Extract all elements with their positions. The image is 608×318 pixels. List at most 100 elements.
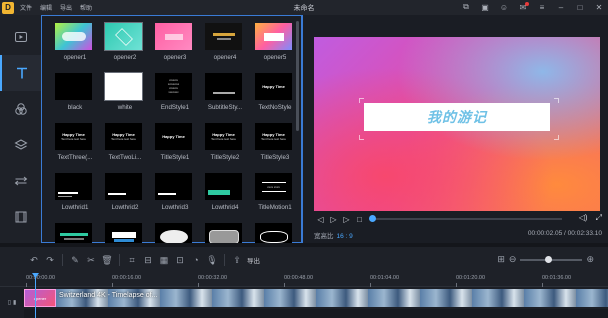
lock-icon[interactable]: ▯	[8, 299, 11, 306]
transition-tool[interactable]	[0, 163, 41, 199]
volume-icon[interactable]: ◁)	[579, 213, 588, 223]
user-icon[interactable]: ☺	[499, 3, 509, 12]
template-thumbnail	[205, 173, 242, 200]
previous-frame-icon[interactable]: ◁	[314, 215, 327, 224]
template-item[interactable]: Happy Time Text here text here TextTwoLi..…	[101, 120, 151, 170]
template-item[interactable]: opener2	[101, 20, 151, 70]
template-item[interactable]	[201, 220, 251, 243]
template-item[interactable]: Lowthrid1	[51, 170, 101, 220]
template-item[interactable]: opener4	[201, 20, 251, 70]
fit-icon[interactable]: ⊞	[497, 254, 505, 265]
film-strip-icon: ▮	[13, 300, 17, 306]
template-thumbnail	[155, 223, 192, 243]
fullscreen-icon[interactable]: ⤢	[596, 213, 602, 223]
template-item[interactable]: opener3	[151, 20, 201, 70]
template-item[interactable]: white	[101, 70, 151, 120]
close-icon[interactable]: ✕	[594, 3, 604, 12]
notification-icon[interactable]: ✉	[518, 1, 529, 12]
template-item[interactable]: opener5	[251, 20, 301, 70]
aspect-ratio[interactable]: 宽高比 16 : 9	[314, 230, 353, 240]
template-label: EndStyle1	[160, 104, 190, 111]
template-item[interactable]	[151, 220, 201, 243]
text-tool[interactable]	[0, 55, 41, 91]
media-tool[interactable]	[0, 19, 41, 55]
template-item[interactable]: Lowthrid3	[151, 170, 201, 220]
template-item[interactable]: SubtitleSty...	[201, 70, 251, 120]
progress-knob[interactable]	[369, 215, 376, 222]
template-item[interactable]: Lowthrid2	[101, 170, 151, 220]
preview-canvas[interactable]: 我的游记	[314, 37, 600, 211]
playhead[interactable]	[35, 273, 36, 318]
redo-icon[interactable]: ↷	[42, 255, 58, 266]
template-item[interactable]: Happy Time Text here text here TitleStyle3	[251, 120, 301, 170]
template-thumbnail	[105, 223, 142, 243]
template-label: opener5	[263, 54, 287, 61]
menu-icon[interactable]: ≡	[537, 3, 547, 12]
gallery-scrollbar[interactable]	[296, 21, 299, 131]
template-thumbnail	[255, 23, 292, 50]
minimize-icon[interactable]: –	[556, 3, 566, 12]
video-clip[interactable]: Switzerland 4K - Timelapse of...	[56, 289, 608, 307]
menu-export[interactable]: 导出	[60, 3, 72, 12]
export-icon[interactable]: ⇪	[229, 255, 245, 266]
template-item[interactable]: Lowthrid4	[201, 170, 251, 220]
template-label: opener3	[163, 54, 187, 61]
export-button[interactable]: 导出	[247, 255, 260, 265]
speed-icon[interactable]: ◔	[188, 255, 204, 265]
delete-icon[interactable]: 🗑	[99, 255, 115, 266]
template-item[interactable]: black	[51, 70, 101, 120]
zoom-control: ⊞ ⊖ ⊕	[497, 254, 594, 265]
template-item[interactable]: Happy Time TitleStyle1	[151, 120, 201, 170]
freeze-icon[interactable]: ⊡	[172, 255, 188, 266]
crop-icon[interactable]: ⌗	[124, 255, 140, 266]
edit-icon[interactable]: ✎	[67, 255, 83, 266]
template-item[interactable]: xxxx xxxx TitleMotion1	[251, 170, 301, 220]
timeline-ruler[interactable]: 00:00:00.00 00:00:16.00 00:00:32.00 00:00:4…	[0, 273, 608, 287]
undo-icon[interactable]: ↶	[26, 255, 42, 266]
maximize-icon[interactable]: □	[575, 3, 585, 12]
opener-clip[interactable]: opener	[24, 289, 56, 307]
template-item[interactable]	[101, 220, 151, 243]
template-thumbnail	[155, 173, 192, 200]
template-label: Lowthrid1	[61, 204, 89, 211]
menu-edit[interactable]: 编辑	[40, 3, 52, 12]
menu-help[interactable]: 帮助	[80, 3, 92, 12]
template-item[interactable]	[51, 220, 101, 243]
template-item[interactable]: opener1	[51, 20, 101, 70]
zoom-knob[interactable]	[545, 255, 553, 263]
zoom-in-icon[interactable]: ⊕	[586, 254, 594, 265]
clip-title: Switzerland 4K - Timelapse of...	[59, 292, 158, 299]
ruler-tick: 00:00:48.00	[284, 275, 314, 287]
ruler-tick: 00:01:04.00	[370, 275, 400, 287]
cut-icon[interactable]: ✂	[83, 255, 99, 266]
menu-file[interactable]: 文件	[20, 3, 32, 12]
template-item[interactable]	[251, 220, 301, 243]
record-icon[interactable]: 🎙	[204, 255, 220, 266]
template-item[interactable]: Happy Time Text here text here TextThree(.…	[51, 120, 101, 170]
element-tool[interactable]	[0, 199, 41, 235]
template-item[interactable]: Happy Time Text here text here TitleStyle2	[201, 120, 251, 170]
template-item[interactable]: xxxxxxx xxxxxxxxx xxxxxxx xxxxxxxx EndStyle1	[151, 70, 201, 120]
feedback-icon[interactable]: ⧉	[461, 2, 471, 12]
template-label: opener1	[63, 54, 87, 61]
stop-icon[interactable]: □	[353, 215, 366, 224]
template-item[interactable]: Happy Time TextNoStyle	[251, 70, 301, 120]
template-label: TextNoStyle	[258, 104, 292, 111]
caption-box[interactable]: 我的游记	[364, 103, 550, 131]
audio-track[interactable]	[24, 309, 608, 318]
template-thumbnail	[105, 173, 142, 200]
next-frame-icon[interactable]: ▷	[340, 215, 353, 224]
ruler-tick: 00:00:16.00	[112, 275, 142, 287]
template-label: TitleStyle1	[160, 154, 190, 161]
ruler-tick: 00:00:32.00	[198, 275, 228, 287]
zoom-slider[interactable]	[520, 255, 583, 263]
mosaic-icon[interactable]: ▦	[156, 255, 172, 266]
overlay-tool[interactable]	[0, 127, 41, 163]
split-icon[interactable]: ⊟	[140, 255, 156, 266]
chat-icon[interactable]: ▣	[480, 3, 490, 12]
zoom-out-icon[interactable]: ⊖	[509, 254, 517, 265]
playback-progress[interactable]	[369, 215, 562, 222]
play-icon[interactable]: ▷	[327, 215, 340, 224]
filter-tool[interactable]	[0, 91, 41, 127]
template-thumbnail: Happy Time	[155, 123, 192, 150]
